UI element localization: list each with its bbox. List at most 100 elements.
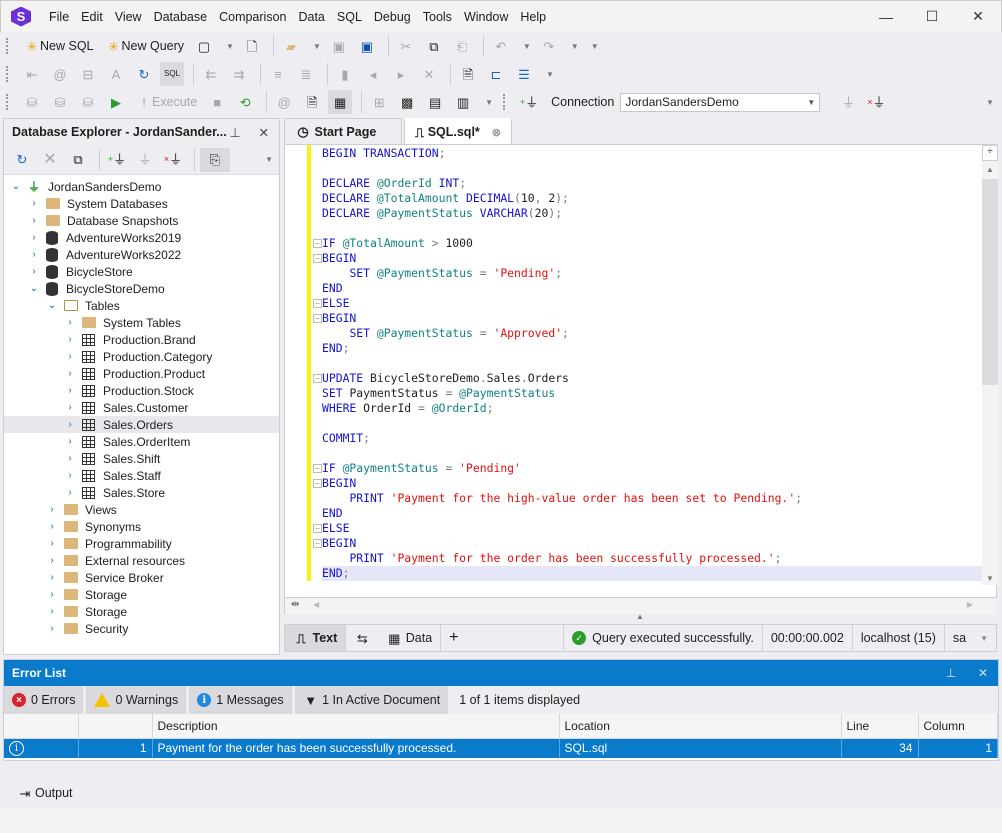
column-header-line[interactable]: Line — [841, 714, 919, 739]
toolbar-options-dropdown[interactable]: ▼ — [485, 98, 493, 107]
query-param-button[interactable]: @ — [272, 90, 296, 114]
sql-check-button[interactable]: SQL — [160, 62, 184, 86]
chevron-right-icon[interactable]: › — [28, 198, 40, 209]
column-header-column[interactable]: Column — [918, 714, 998, 739]
errors-filter[interactable]: × 0 Errors — [4, 686, 84, 714]
open-dropdown[interactable]: ▼ — [313, 42, 321, 51]
fold-toggle-icon[interactable]: − — [313, 464, 322, 473]
split-icon[interactable]: ÷ — [982, 145, 998, 161]
toolbar-grip[interactable] — [6, 38, 12, 54]
split-horizontal-icon[interactable]: ⇹ — [291, 599, 299, 610]
chevron-right-icon[interactable]: › — [28, 232, 40, 243]
toolbar-grip[interactable] — [503, 94, 509, 110]
chevron-down-icon[interactable]: ⌄ — [10, 181, 22, 192]
chevron-right-icon[interactable]: › — [46, 606, 58, 617]
tree-item[interactable]: ⌄ BicycleStoreDemo — [4, 280, 279, 297]
fold-toggle-icon[interactable]: − — [313, 239, 322, 248]
toolbar-grip[interactable] — [6, 94, 12, 110]
increase-indent-button[interactable]: ⇉ — [227, 62, 251, 86]
chevron-right-icon[interactable]: › — [46, 572, 58, 583]
save-button[interactable]: ▣ — [327, 34, 351, 58]
explorer-collapse-button[interactable]: ⧉ — [66, 148, 90, 172]
tree-item[interactable]: › Production.Category — [4, 348, 279, 365]
tab-close-icon[interactable]: ⊗ — [492, 126, 501, 139]
vertical-scrollbar[interactable]: ÷ ▲ ▼ — [982, 145, 998, 585]
user-select[interactable]: sa ▼ — [945, 625, 996, 651]
tree-item[interactable]: › Sales.Shift — [4, 450, 279, 467]
prev-bookmark-button[interactable]: ◂ — [361, 62, 385, 86]
tree-item[interactable]: › Synonyms — [4, 518, 279, 535]
tree-item[interactable]: › Programmability — [4, 535, 279, 552]
minimize-button[interactable]: — — [863, 1, 909, 33]
explorer-delete-button[interactable]: ✕ — [38, 148, 62, 172]
chevron-down-icon[interactable]: ⌄ — [46, 300, 58, 311]
results-text-button[interactable]: 🗎 — [300, 90, 324, 114]
new-object-button[interactable]: ▢ — [192, 34, 216, 58]
bookmark-button[interactable]: ▮ — [333, 62, 357, 86]
tree-item[interactable]: › Sales.Customer — [4, 399, 279, 416]
chevron-right-icon[interactable]: › — [64, 470, 76, 481]
outdent-button[interactable]: ⇤ — [20, 62, 44, 86]
tree-item[interactable]: › System Tables — [4, 314, 279, 331]
chevron-right-icon[interactable]: › — [64, 453, 76, 464]
chevron-right-icon[interactable]: › — [28, 215, 40, 226]
tree-item[interactable]: › Production.Stock — [4, 382, 279, 399]
undo-dropdown[interactable]: ▼ — [523, 42, 531, 51]
tree-item[interactable]: › Sales.Orders — [4, 416, 279, 433]
close-button[interactable]: ✕ — [955, 1, 1001, 33]
autocomplete-button[interactable]: A — [104, 62, 128, 86]
chevron-right-icon[interactable]: › — [64, 334, 76, 345]
menu-sql[interactable]: SQL — [331, 1, 368, 33]
chevron-right-icon[interactable]: › — [64, 436, 76, 447]
tree-item[interactable]: › AdventureWorks2019 — [4, 229, 279, 246]
sql-editor[interactable]: − − − − − − − − − BEGIN TRANSACTION; DECLARE @Or… — [284, 144, 998, 598]
scrollbar-thumb[interactable] — [982, 179, 998, 385]
menu-edit[interactable]: Edit — [75, 1, 109, 33]
document-button[interactable]: 🗎 — [456, 62, 480, 86]
secure-button[interactable]: ▥ — [451, 90, 475, 114]
diagram-button[interactable]: ⊏ — [484, 62, 508, 86]
chevron-right-icon[interactable]: › — [46, 521, 58, 532]
menu-database[interactable]: Database — [148, 1, 214, 33]
close-icon[interactable]: ✕ — [978, 666, 988, 680]
parameters-button[interactable]: @ — [48, 62, 72, 86]
column-header-location[interactable]: Location — [559, 714, 842, 739]
run-button[interactable]: ▶ — [104, 90, 128, 114]
insert-button[interactable]: ⊟ — [76, 62, 100, 86]
open-button[interactable]: ▰ — [279, 34, 303, 58]
redo-button[interactable]: ↷ — [537, 34, 561, 58]
chevron-right-icon[interactable]: › — [28, 249, 40, 260]
history-button[interactable]: ⟲ — [233, 90, 257, 114]
next-bookmark-button[interactable]: ▸ — [389, 62, 413, 86]
add-tab-button[interactable]: + — [441, 625, 466, 651]
new-connection-button[interactable]: + ⏚ — [517, 90, 541, 114]
import-button[interactable]: ▤ — [423, 90, 447, 114]
scroll-up-icon[interactable]: ▲ — [982, 161, 998, 179]
chevron-right-icon[interactable]: › — [64, 487, 76, 498]
chevron-right-icon[interactable]: › — [46, 589, 58, 600]
tree-item[interactable]: ⌄ Tables — [4, 297, 279, 314]
column-header-description[interactable]: Description — [152, 714, 560, 739]
copy-button[interactable]: ⧉ — [422, 34, 446, 58]
tree-item[interactable]: › Production.Product — [4, 365, 279, 382]
connect-button[interactable]: ⏚ — [836, 90, 860, 114]
fold-toggle-icon[interactable]: − — [313, 314, 322, 323]
close-icon[interactable]: ✕ — [259, 125, 269, 140]
db-edit-button[interactable]: ⛁ — [20, 90, 44, 114]
new-sql-button[interactable]: ✳ New SQL — [20, 34, 98, 58]
tree-item[interactable]: › Service Broker — [4, 569, 279, 586]
menu-file[interactable]: File — [43, 1, 75, 33]
tree-item[interactable]: › BicycleStore — [4, 263, 279, 280]
text-tab[interactable]: ⎍ Text — [285, 625, 346, 651]
toggle-button[interactable]: ⇆ — [346, 625, 378, 651]
explorer-connect-button[interactable]: ⏚ — [133, 148, 157, 172]
messages-filter[interactable]: i 1 Messages — [189, 686, 292, 714]
fold-toggle-icon[interactable]: − — [313, 524, 322, 533]
pin-icon[interactable]: ⊥ — [230, 125, 241, 140]
explorer-refresh-button[interactable]: ↻ — [10, 148, 34, 172]
db-check-button[interactable]: ⛁ — [76, 90, 100, 114]
tab-sql-file[interactable]: ⎍ SQL.sql* ⊗ — [404, 118, 512, 144]
data-tab[interactable]: ▦ Data — [378, 625, 440, 651]
execute-button[interactable]: ! Execute — [132, 90, 201, 114]
uncomment-button[interactable]: ≣ — [294, 62, 318, 86]
